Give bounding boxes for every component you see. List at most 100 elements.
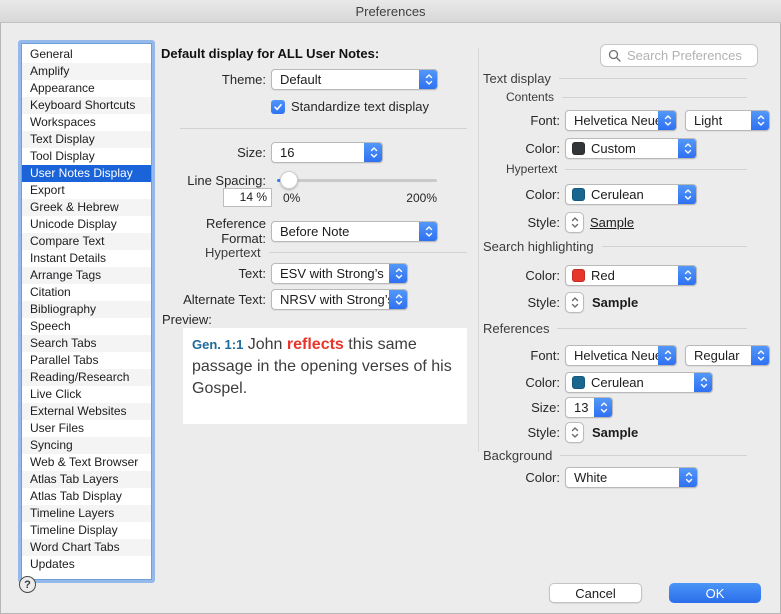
- hypertext-color-value: Cerulean: [585, 187, 678, 202]
- background-color-select[interactable]: White: [565, 467, 698, 488]
- standardize-label: Standardize text display: [291, 99, 429, 114]
- sidebar-item-timeline-display[interactable]: Timeline Display: [22, 522, 151, 539]
- sidebar-item-arrange-tags[interactable]: Arrange Tags: [22, 267, 151, 284]
- cancel-button[interactable]: Cancel: [549, 583, 642, 603]
- sidebar-item-atlas-tab-layers[interactable]: Atlas Tab Layers: [22, 471, 151, 488]
- style-panel: Text display Contents Font: Helvetica Ne…: [482, 0, 770, 614]
- sidebar-item-user-notes-display[interactable]: User Notes Display: [22, 165, 151, 182]
- search-icon: [608, 49, 621, 62]
- sidebar-item-keyboard-shortcuts[interactable]: Keyboard Shortcuts: [22, 97, 151, 114]
- references-font-weight-value: Regular: [686, 348, 751, 363]
- separator-line: [180, 128, 467, 129]
- sidebar-item-greek-hebrew[interactable]: Greek & Hebrew: [22, 199, 151, 216]
- ok-button[interactable]: OK: [669, 583, 761, 603]
- line-spacing-slider[interactable]: [271, 171, 437, 189]
- slider-min-label: 0%: [283, 191, 300, 205]
- hypertext-color-label: Color:: [482, 187, 560, 202]
- references-font-weight-select[interactable]: Regular: [685, 345, 770, 366]
- search-input[interactable]: [625, 47, 749, 64]
- stepper-icon: [570, 425, 580, 440]
- contents-color-select[interactable]: Custom: [565, 138, 697, 159]
- stepper-icon: [679, 467, 698, 488]
- stepper-icon: [678, 138, 697, 159]
- sidebar-item-user-files[interactable]: User Files: [22, 420, 151, 437]
- sidebar-item-general[interactable]: General: [22, 46, 151, 63]
- sidebar-item-syncing[interactable]: Syncing: [22, 437, 151, 454]
- contents-font-family-value: Helvetica Neue: [566, 113, 658, 128]
- sidebar-item-reading-research[interactable]: Reading/Research: [22, 369, 151, 386]
- sidebar-item-timeline-layers[interactable]: Timeline Layers: [22, 505, 151, 522]
- references-color-label: Color:: [482, 375, 560, 390]
- sidebar-item-speech[interactable]: Speech: [22, 318, 151, 335]
- stepper-icon: [658, 110, 677, 131]
- sidebar-item-tool-display[interactable]: Tool Display: [22, 148, 151, 165]
- section-rule: [557, 328, 747, 329]
- hypertext-section-heading: Hypertext: [205, 245, 261, 260]
- references-style-label: Style:: [482, 425, 560, 440]
- theme-select[interactable]: Default: [271, 69, 438, 90]
- contents-font-family-select[interactable]: Helvetica Neue: [565, 110, 677, 131]
- hypertext-style-sample: Sample: [590, 215, 634, 230]
- sidebar-item-updates[interactable]: Updates: [22, 556, 151, 573]
- size-select[interactable]: 16: [271, 142, 383, 163]
- stepper-icon: [570, 295, 580, 310]
- sidebar-item-compare-text[interactable]: Compare Text: [22, 233, 151, 250]
- main-panel: Default display for ALL User Notes: Them…: [158, 0, 473, 614]
- search-field[interactable]: [600, 44, 758, 67]
- sidebar-item-bibliography[interactable]: Bibliography: [22, 301, 151, 318]
- sidebar-item-amplify[interactable]: Amplify: [22, 63, 151, 80]
- stepper-icon: [570, 215, 580, 230]
- search-highlight-style-stepper[interactable]: [565, 292, 584, 313]
- sidebar-item-text-display[interactable]: Text Display: [22, 131, 151, 148]
- references-size-select[interactable]: 13: [565, 397, 613, 418]
- sidebar-item-word-chart-tabs[interactable]: Word Chart Tabs: [22, 539, 151, 556]
- standardize-checkbox[interactable]: [271, 100, 285, 114]
- line-spacing-value-field[interactable]: 14 %: [223, 188, 272, 207]
- help-button[interactable]: ?: [19, 576, 36, 593]
- references-font-label: Font:: [482, 348, 560, 363]
- color-swatch: [572, 376, 585, 389]
- preview-highlight: reflects: [287, 336, 344, 353]
- contents-font-label: Font:: [482, 113, 560, 128]
- hypertext-styles-heading: Hypertext: [506, 162, 557, 176]
- sidebar-item-appearance[interactable]: Appearance: [22, 80, 151, 97]
- sidebar-item-atlas-tab-display[interactable]: Atlas Tab Display: [22, 488, 151, 505]
- slider-knob[interactable]: [280, 171, 298, 189]
- stepper-icon: [751, 345, 770, 366]
- sidebar-item-export[interactable]: Export: [22, 182, 151, 199]
- alternate-text-label: Alternate Text:: [158, 292, 266, 307]
- contents-font-weight-select[interactable]: Light: [685, 110, 770, 131]
- preview-reference: Gen. 1:1: [192, 337, 243, 352]
- references-style-stepper[interactable]: [565, 422, 584, 443]
- color-swatch: [572, 142, 585, 155]
- hypertext-color-select[interactable]: Cerulean: [565, 184, 697, 205]
- sidebar-item-search-tabs[interactable]: Search Tabs: [22, 335, 151, 352]
- section-rule: [602, 246, 747, 247]
- reference-format-select[interactable]: Before Note: [271, 221, 438, 242]
- theme-label: Theme:: [158, 72, 266, 87]
- hypertext-style-stepper[interactable]: [565, 212, 584, 233]
- sidebar-item-parallel-tabs[interactable]: Parallel Tabs: [22, 352, 151, 369]
- hypertext-text-select[interactable]: ESV with Strong’s: [271, 263, 408, 284]
- search-highlight-color-label: Color:: [482, 268, 560, 283]
- references-color-select[interactable]: Cerulean: [565, 372, 713, 393]
- sidebar-item-live-click[interactable]: Live Click: [22, 386, 151, 403]
- sidebar-item-instant-details[interactable]: Instant Details: [22, 250, 151, 267]
- stepper-icon: [694, 372, 713, 393]
- main-heading: Default display for ALL User Notes:: [161, 46, 379, 61]
- sidebar-item-unicode-display[interactable]: Unicode Display: [22, 216, 151, 233]
- references-font-family-select[interactable]: Helvetica Neue: [565, 345, 677, 366]
- checkmark-icon: [273, 102, 283, 112]
- sidebar-item-citation[interactable]: Citation: [22, 284, 151, 301]
- search-highlight-color-select[interactable]: Red: [565, 265, 697, 286]
- sidebar-item-workspaces[interactable]: Workspaces: [22, 114, 151, 131]
- preview-body-start: John: [243, 336, 287, 353]
- sidebar-item-external-websites[interactable]: External Websites: [22, 403, 151, 420]
- alternate-text-select[interactable]: NRSV with Strong’s: [271, 289, 408, 310]
- line-spacing-label: Line Spacing:: [158, 173, 266, 188]
- sidebar-item-web-text-browser[interactable]: Web & Text Browser: [22, 454, 151, 471]
- references-font-family-value: Helvetica Neue: [566, 348, 658, 363]
- section-rule: [565, 169, 747, 170]
- section-rule: [562, 97, 747, 98]
- section-rule: [269, 252, 467, 253]
